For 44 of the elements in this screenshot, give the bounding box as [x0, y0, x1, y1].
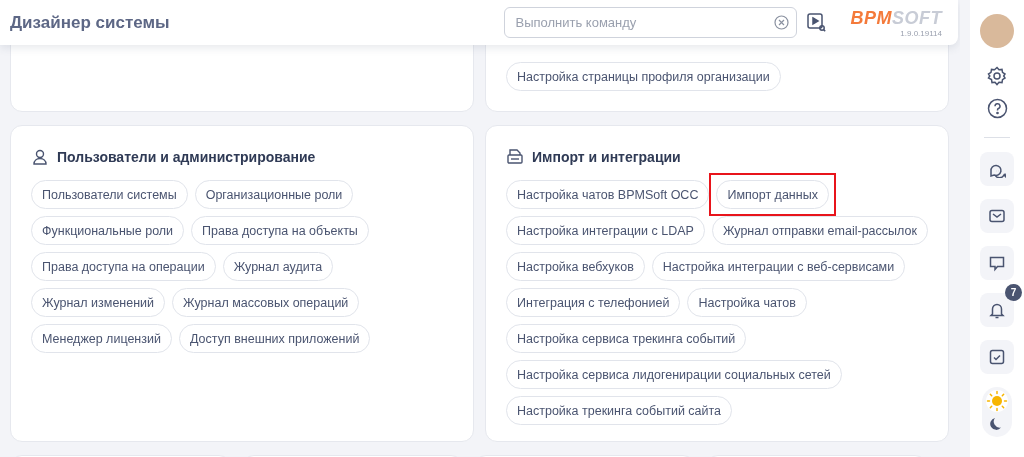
setting-link[interactable]: Импорт данных [716, 180, 829, 209]
play-search-icon[interactable] [806, 13, 826, 32]
setting-link[interactable]: Настройка сервиса трекинга событий [506, 324, 747, 353]
setting-link[interactable]: Настройка вебхуков [506, 252, 645, 281]
chats-button[interactable] [980, 152, 1014, 186]
task-check-icon [988, 348, 1006, 366]
help-icon[interactable] [986, 98, 1008, 119]
setting-link[interactable]: Настройка интеграции с LDAP [506, 216, 705, 245]
setting-link[interactable]: Права доступа на операции [31, 252, 216, 281]
setting-link[interactable]: Интеграция с телефонией [506, 288, 681, 317]
settings-icon[interactable] [987, 66, 1007, 86]
task-check-button[interactable] [980, 340, 1014, 374]
mail-icon [988, 207, 1006, 225]
setting-link[interactable]: Функциональные роли [31, 216, 185, 245]
page-title: Дизайнер системы [10, 12, 171, 33]
section-title: Импорт и интеграции [532, 149, 681, 165]
setting-link[interactable]: Журнал изменений [31, 288, 166, 317]
mail-button[interactable] [980, 199, 1014, 233]
logo: BPMSOFT [850, 7, 942, 29]
notification-count: 7 [1005, 284, 1022, 301]
command-field[interactable]: Выполнить команду [503, 7, 797, 38]
message-button[interactable] [980, 246, 1014, 280]
setting-link[interactable]: Доступ внешних приложений [178, 324, 371, 353]
bell-icon [988, 301, 1006, 319]
setting-link[interactable]: Пользователи системы [31, 180, 188, 209]
setting-link[interactable]: Настройка страницы профиля организации [506, 62, 781, 91]
setting-link[interactable]: Журнал аудита [222, 252, 334, 281]
user-icon [31, 148, 49, 166]
setting-link[interactable]: Журнал отправки email-рассылок [711, 216, 928, 245]
setting-link[interactable]: Организационные роли [194, 180, 354, 209]
setting-link[interactable]: Настройка чатов [687, 288, 807, 317]
clear-icon[interactable] [773, 15, 789, 30]
message-icon [988, 254, 1006, 272]
section-title: Пользователи и администрирование [57, 149, 316, 165]
setting-link[interactable]: Настройка трекинга событий сайта [506, 396, 733, 425]
setting-link[interactable]: Настройка интеграции с веб-сервисами [651, 252, 906, 281]
setting-link[interactable]: Журнал массовых операций [172, 288, 360, 317]
setting-link[interactable]: Настройка сервиса лидогенирации социальных сетей [506, 360, 842, 389]
theme-switch[interactable] [982, 387, 1012, 437]
printer-icon [506, 148, 524, 166]
version-label: 1.9.0.19114 [900, 28, 942, 38]
setting-link[interactable]: Менеджер лицензий [31, 324, 172, 353]
setting-link[interactable]: Настройка чатов BPMSoft OCC [506, 180, 710, 209]
setting-link[interactable]: Права доступа на объекты [191, 216, 369, 245]
